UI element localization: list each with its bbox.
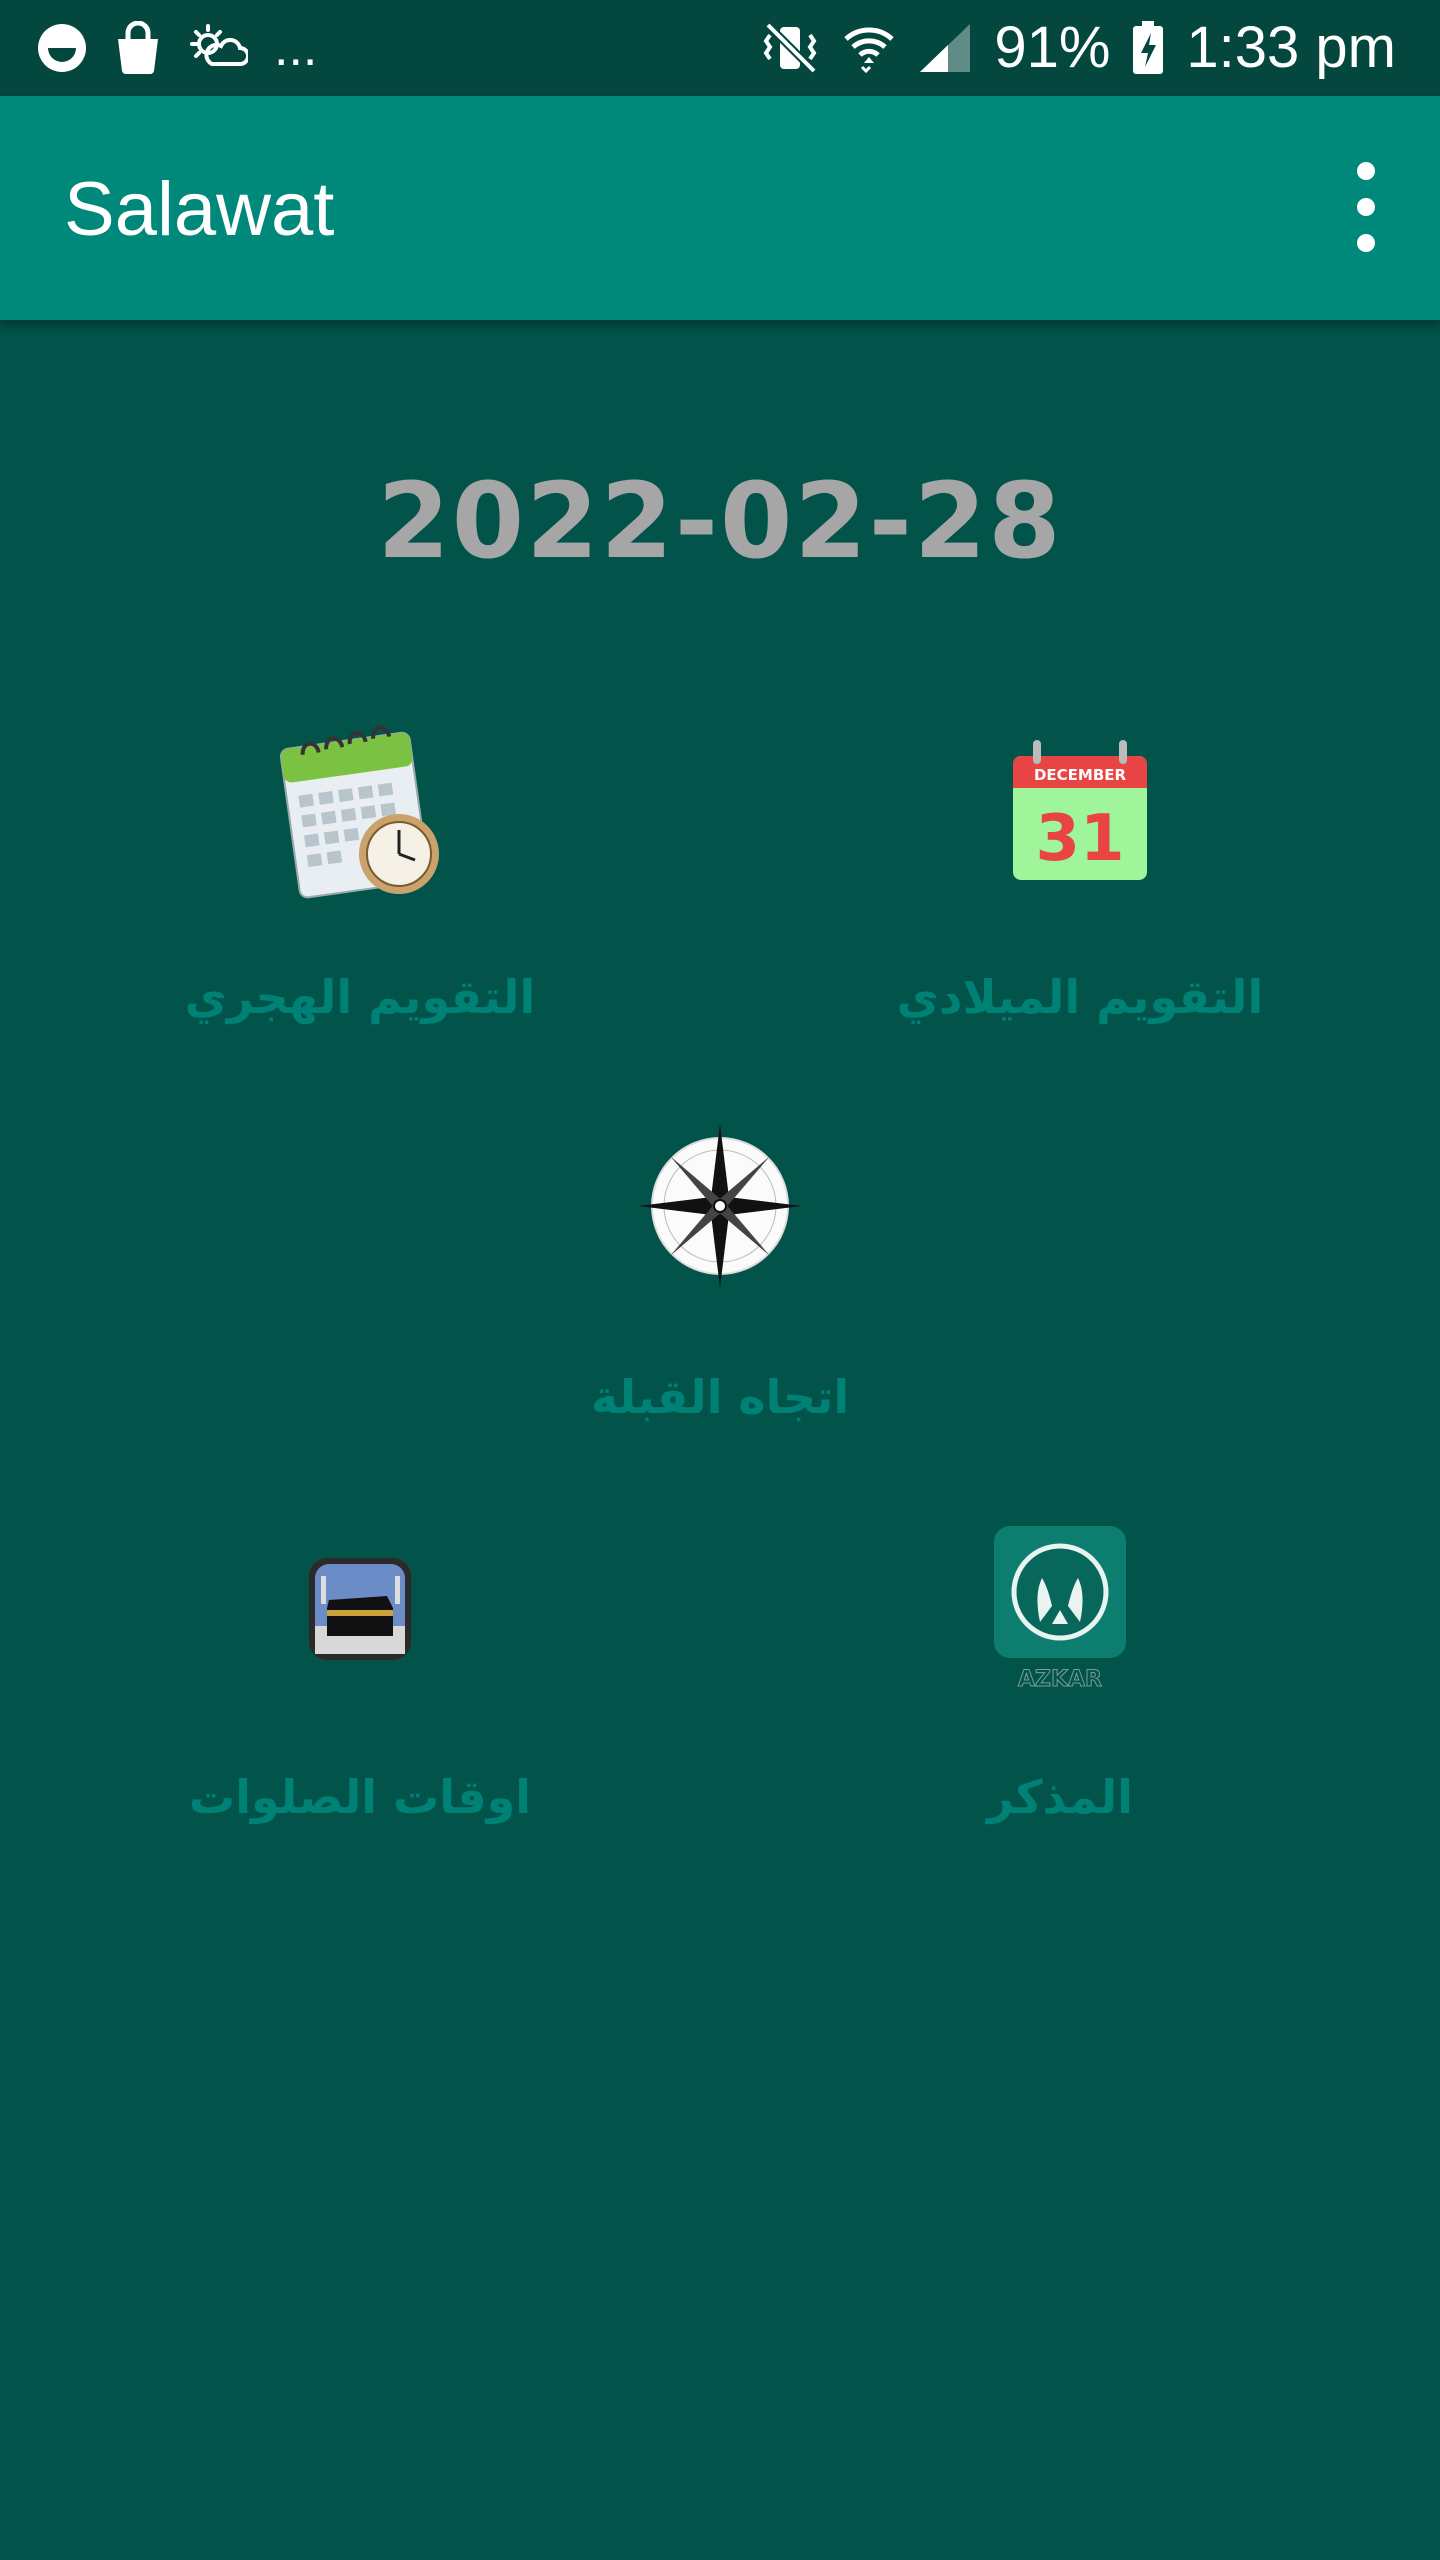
gregorian-calendar-icon: DECEMBER 31 bbox=[1013, 740, 1147, 880]
signal-icon bbox=[920, 24, 971, 72]
azkar-icon: AZKAR bbox=[994, 1526, 1126, 1692]
more-notifications: ... bbox=[274, 19, 318, 77]
qibla-direction-tile[interactable]: اتجاه القبلة bbox=[460, 1100, 980, 1424]
smiley-notification-icon bbox=[38, 24, 86, 72]
current-date: 2022-02-28 bbox=[377, 460, 1063, 582]
shopping-bag-icon bbox=[118, 21, 158, 74]
overflow-menu-button[interactable] bbox=[1336, 162, 1396, 252]
prayer-times-tile[interactable]: اوقات الصلوات bbox=[100, 1500, 620, 1824]
azkar-tile[interactable]: AZKAR المذكر bbox=[800, 1500, 1320, 1824]
app-bar: Salawat bbox=[0, 96, 1440, 320]
weather-icon bbox=[190, 24, 248, 66]
calendar-day-text: 31 bbox=[1035, 802, 1124, 876]
hijri-calendar-icon bbox=[279, 725, 439, 899]
compass-icon bbox=[638, 1124, 802, 1288]
azkar-icon-caption: AZKAR bbox=[1018, 1667, 1102, 1692]
qibla-direction-label: اتجاه القبلة bbox=[590, 1370, 850, 1424]
gregorian-calendar-label: التقويم الميلادي bbox=[896, 970, 1264, 1024]
gregorian-calendar-tile[interactable]: DECEMBER 31 التقويم الميلادي bbox=[820, 700, 1340, 1024]
battery-percentage: 91% bbox=[994, 15, 1111, 80]
app-title: Salawat bbox=[64, 167, 335, 252]
azkar-label: المذكر bbox=[987, 1770, 1133, 1824]
hijri-calendar-tile[interactable]: التقويم الهجري bbox=[100, 700, 620, 1024]
status-bar: ... 91% 1:33 pm bbox=[0, 0, 1440, 96]
overflow-dot-icon bbox=[1357, 234, 1375, 252]
system-icons: 91% 1:33 pm bbox=[762, 18, 1396, 78]
clock: 1:33 pm bbox=[1186, 15, 1396, 80]
battery-charging-icon bbox=[1133, 21, 1164, 74]
hijri-calendar-label: التقويم الهجري bbox=[184, 970, 536, 1024]
wifi-icon bbox=[844, 27, 895, 74]
notification-icons: ... bbox=[36, 18, 317, 78]
overflow-dot-icon bbox=[1357, 162, 1375, 180]
prayer-times-label: اوقات الصلوات bbox=[189, 1770, 531, 1824]
vibrate-mute-icon bbox=[763, 22, 818, 74]
calendar-month-text: DECEMBER bbox=[1034, 766, 1127, 784]
overflow-dot-icon bbox=[1357, 198, 1375, 216]
kaaba-icon bbox=[309, 1558, 411, 1660]
